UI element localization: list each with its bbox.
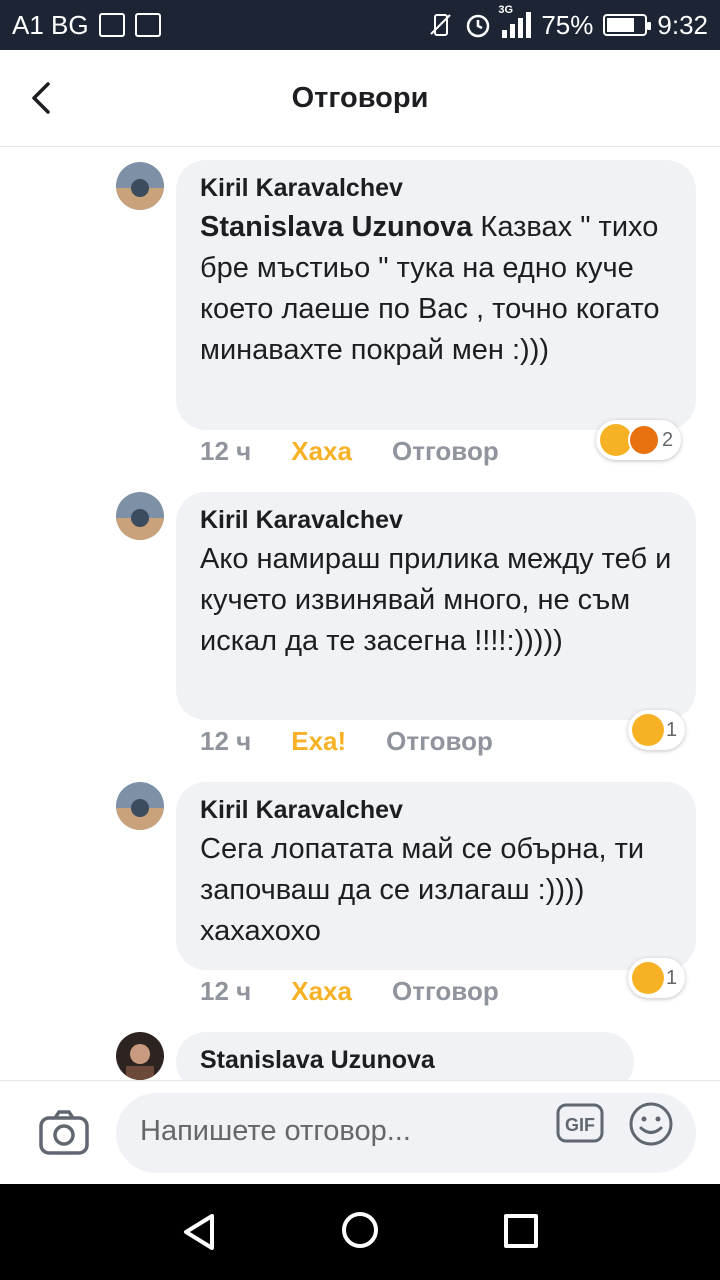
avatar[interactable]	[116, 162, 164, 210]
avatar[interactable]	[116, 492, 164, 540]
haha-icon	[632, 962, 664, 994]
comment-time: 12 ч	[200, 976, 252, 1006]
reply-placeholder: Напишете отговор...	[140, 1115, 411, 1147]
reply-button[interactable]: Отговор	[386, 726, 493, 757]
comment-bubble[interactable]: Kiril Karavalchev Stanislava Uzunova Каз…	[176, 160, 696, 430]
reply-button[interactable]: Отговор	[392, 976, 499, 1007]
nav-home-icon[interactable]	[342, 1212, 378, 1248]
comment-author[interactable]: Kiril Karavalchev	[200, 174, 672, 203]
header: Отговори	[0, 50, 720, 147]
comment-author[interactable]: Stanislava Uzunova	[200, 1046, 610, 1075]
reaction-button[interactable]: Хаха	[291, 436, 352, 467]
vibrate-icon	[430, 14, 452, 36]
avatar[interactable]	[116, 1032, 164, 1080]
comment-time: 12 ч	[200, 726, 252, 756]
reaction-summary[interactable]: 1	[628, 958, 686, 998]
reaction-button[interactable]: Еха!	[291, 726, 346, 757]
reply-button[interactable]: Отговор	[392, 436, 499, 467]
emoji-icon[interactable]	[628, 1101, 674, 1147]
image-icon	[134, 13, 161, 37]
gif-icon[interactable]: GIF	[556, 1103, 604, 1143]
comment-text: Сега лопатата май се обърна, ти започваш…	[200, 833, 645, 947]
status-bar: A1 BG 3G 75% 9:32	[0, 0, 720, 50]
comment-actions: 12 ч Хаха Отговор	[200, 976, 499, 1007]
comment-text: Ако намираш прилика между теб и кучето и…	[200, 543, 672, 657]
comment-actions: 12 ч Еха! Отговор	[200, 726, 493, 757]
reaction-summary[interactable]: 1	[628, 710, 686, 750]
camera-icon[interactable]	[38, 1109, 90, 1157]
battery-icon	[603, 14, 652, 36]
reaction-count: 1	[666, 966, 678, 989]
navigation-bar	[0, 1184, 720, 1280]
clock: 9:32	[657, 9, 708, 40]
reaction-button[interactable]: Хаха	[291, 976, 352, 1007]
reply-input[interactable]: Напишете отговор...	[116, 1093, 696, 1173]
reaction-count: 1	[666, 718, 678, 741]
alarm-icon	[467, 14, 490, 38]
angry-icon	[628, 424, 660, 456]
comment-bubble[interactable]: Kiril Karavalchev Ако намираш прилика ме…	[176, 492, 696, 720]
signal-icon: 3G	[498, 4, 532, 38]
reply-bar: Напишете отговор... GIF	[0, 1080, 720, 1185]
battery-percent: 75%	[541, 9, 594, 40]
comment-bubble[interactable]: Kiril Karavalchev Сега лопатата май се о…	[176, 782, 696, 970]
page-title: Отговори	[291, 82, 429, 114]
carrier-label: A1 BG	[12, 9, 89, 40]
nav-recents-icon[interactable]	[504, 1214, 538, 1248]
comment-author[interactable]: Kiril Karavalchev	[200, 796, 672, 825]
nav-back-icon[interactable]	[180, 1212, 220, 1252]
svg-text:GIF: GIF	[565, 1115, 595, 1135]
comment-author[interactable]: Kiril Karavalchev	[200, 506, 672, 535]
comment-time: 12 ч	[200, 436, 252, 466]
reaction-count: 2	[662, 428, 674, 451]
comment-actions: 12 ч Хаха Отговор	[200, 436, 499, 467]
comment-mention[interactable]: Stanislava Uzunova	[200, 211, 472, 243]
comment-text: Stanislava Uzunova Казвах " тихо бре мъс…	[200, 211, 660, 366]
avatar[interactable]	[116, 782, 164, 830]
reaction-summary[interactable]: 2	[596, 420, 682, 460]
sim-icon	[98, 13, 125, 37]
wow-icon	[632, 714, 664, 746]
